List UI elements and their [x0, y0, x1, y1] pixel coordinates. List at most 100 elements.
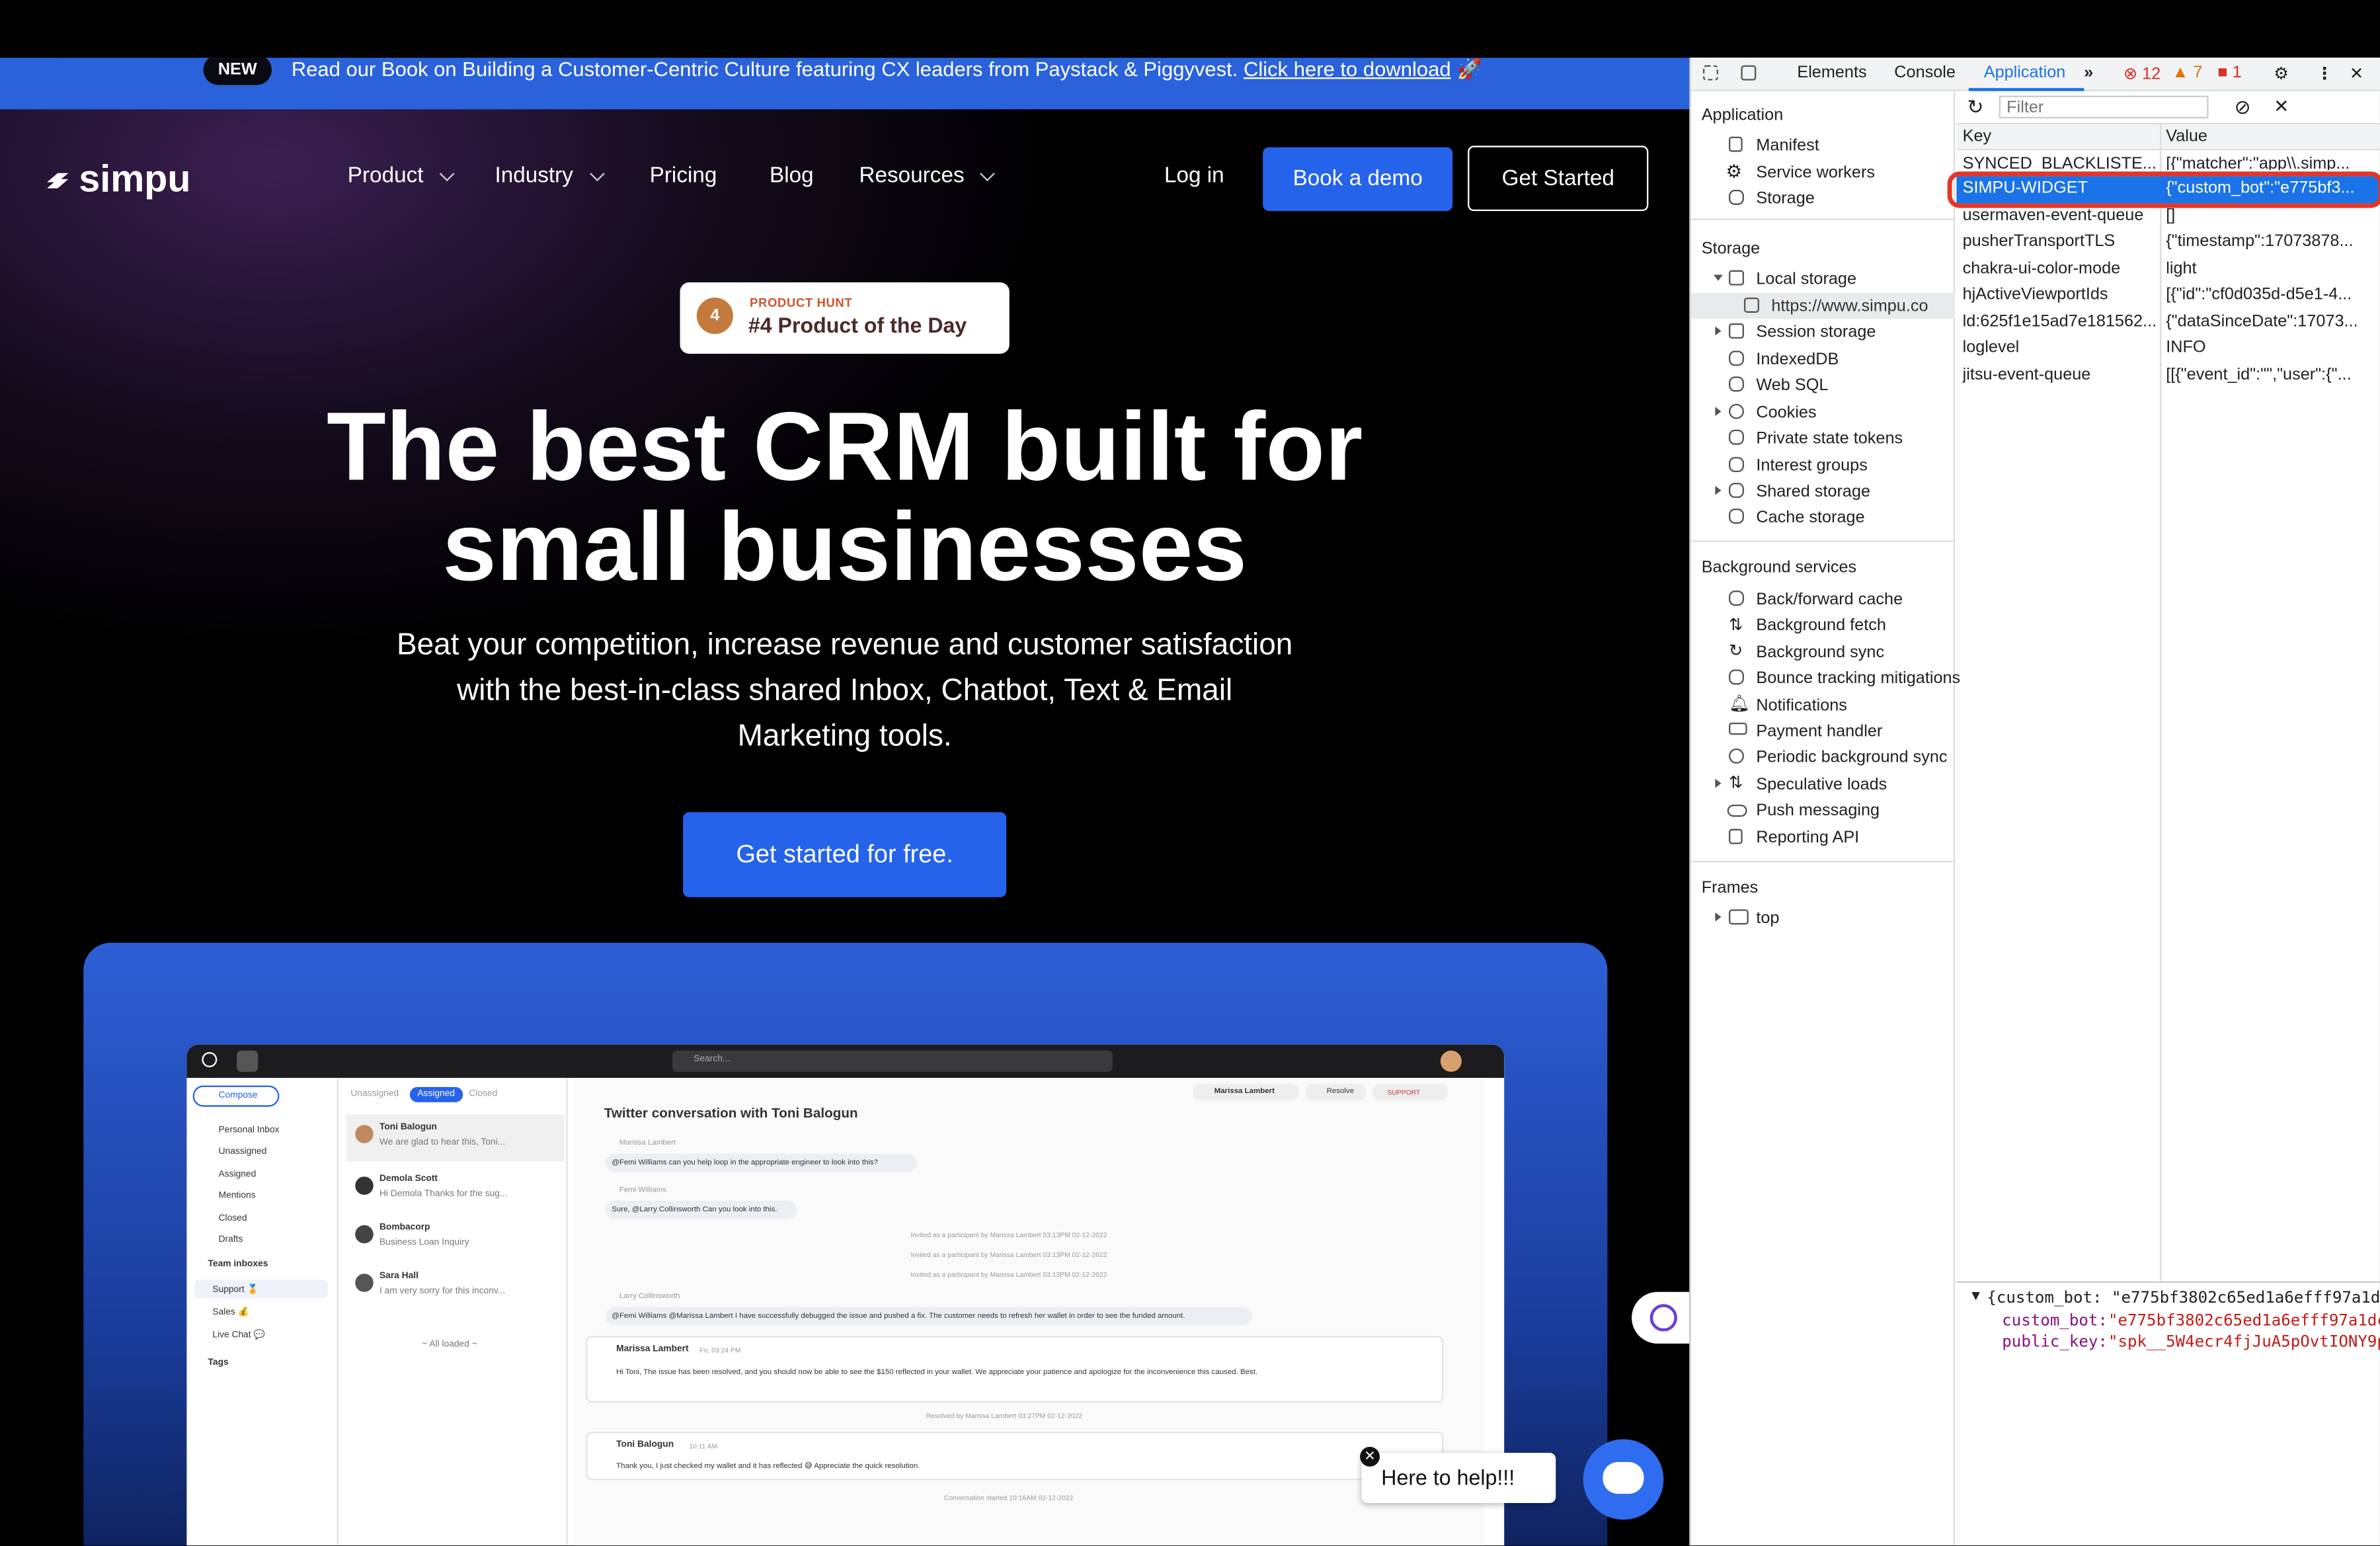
nav-pricing-label: Pricing [649, 163, 717, 188]
collapsed-icon[interactable] [1715, 912, 1722, 922]
tab-elements[interactable]: Elements [1797, 63, 1866, 82]
preview-agent-name: Marissa Lambert [1214, 1086, 1275, 1096]
preview-msg-author: Larry Collinsworth [619, 1291, 680, 1301]
settings-icon[interactable]: ⚙ [2274, 63, 2289, 84]
sidebar-item-background-sync[interactable]: Background sync [1756, 643, 1884, 662]
cloud-icon [1727, 804, 1747, 817]
divider [1690, 540, 1956, 542]
issues-indicator[interactable]: ■ 1 [2217, 63, 2241, 82]
table-row[interactable]: hjActiveViewportIds [{"id":"cf0d035d-d5e1… [1956, 282, 2380, 309]
close-icon[interactable]: ✕ [1360, 1446, 1380, 1467]
download-link[interactable]: Click here to download [1244, 58, 1451, 80]
preview-sidebar: Compose Personal Inbox Unassigned Assign… [186, 1078, 338, 1546]
nav-blog-label: Blog [770, 163, 814, 188]
preview-reply-card: Toni Balogun 10:11 AM Thank you, I just … [586, 1432, 1444, 1481]
errors-indicator[interactable]: ⊗ 12 [2123, 63, 2161, 84]
clear-all-icon[interactable]: ⊘ [2235, 96, 2251, 120]
inspect-icon[interactable] [1703, 65, 1718, 81]
table-icon [1729, 323, 1744, 339]
table-row[interactable]: pusherTransportTLS {"timestamp":17073878.… [1956, 229, 2380, 256]
sidebar-item-manifest[interactable]: Manifest [1756, 137, 1819, 155]
column-key[interactable]: Key [1963, 128, 1992, 146]
sidebar-item-periodic-sync[interactable]: Periodic background sync [1756, 749, 1947, 767]
sidebar-item-bounce-tracking[interactable]: Bounce tracking mitigations [1756, 669, 1960, 688]
nav-pricing[interactable]: Pricing [650, 164, 717, 188]
device-toggle-icon[interactable] [1741, 65, 1757, 81]
preview-convo-snippet: Hi Demola Thanks for the sug... [379, 1190, 508, 1200]
sidebar-item-local-storage[interactable]: Local storage [1756, 270, 1856, 289]
sidebar-item-websql[interactable]: Web SQL [1756, 376, 1828, 395]
nav-resources-label: Resources [859, 163, 965, 188]
sidebar-item-push-messaging[interactable]: Push messaging [1756, 801, 1880, 820]
devtools-tabbar: Elements Console Application » ⊗ 12 ▲ 7 … [1690, 58, 2380, 91]
preview-sales: Sales 💰 [212, 1309, 249, 1318]
bot-tab[interactable] [1632, 1291, 1690, 1344]
preview-msg-author: Marissa Lambert [619, 1138, 676, 1148]
sidebar-item-cache-storage[interactable]: Cache storage [1756, 509, 1864, 527]
preview-system-note: Invited as a participant by Marissa Lamb… [910, 1231, 1107, 1239]
login-link[interactable]: Log in [1164, 164, 1224, 188]
tab-application[interactable]: Application [1984, 63, 2066, 82]
product-hunt-badge[interactable]: 4 PRODUCT HUNT #4 Product of the Day [680, 282, 1010, 354]
row-key: loglevel [1962, 338, 2020, 357]
sidebar-item-session-storage[interactable]: Session storage [1756, 323, 1876, 342]
filter-input[interactable] [1999, 95, 2209, 119]
sidebar-item-service-workers[interactable]: Service workers [1756, 164, 1875, 183]
hero-title-line1: The best CRM built for [327, 391, 1363, 501]
refresh-icon[interactable]: ↻ [1967, 96, 1983, 120]
preview-resolve: Resolve [1305, 1084, 1367, 1101]
sidebar-item-bfcache[interactable]: Back/forward cache [1756, 590, 1903, 609]
collapsed-icon[interactable] [1715, 485, 1722, 495]
nav-industry[interactable]: Industry [495, 164, 604, 188]
expanded-icon[interactable] [1714, 274, 1723, 281]
help-bubble: Here to help!!! [1361, 1453, 1556, 1503]
sidebar-item-notifications[interactable]: Notifications [1756, 697, 1847, 715]
collapsed-icon[interactable] [1715, 778, 1722, 788]
collapsed-icon[interactable] [1715, 407, 1722, 417]
sidebar-item-reporting-api[interactable]: Reporting API [1756, 829, 1859, 848]
sidebar-item-origin[interactable]: https://www.simpu.co [1771, 298, 1928, 316]
simpu-logo[interactable]: simpu [42, 158, 190, 202]
sidebar-item-background-fetch[interactable]: Background fetch [1756, 616, 1886, 635]
sidebar-item-payment-handler[interactable]: Payment handler [1756, 723, 1882, 741]
sidebar-item-interest-groups[interactable]: Interest groups [1756, 457, 1867, 475]
preview-msg-text: @Femi Williams can you help loop in the … [612, 1158, 879, 1168]
table-row[interactable]: chakra-ui-color-mode light [1956, 257, 2380, 283]
delete-selected-icon[interactable]: ✕ [2274, 96, 2289, 117]
more-tabs-icon[interactable]: » [2084, 63, 2093, 82]
preview-msg-text: Sure, @Larry Collinsworth Can you look i… [612, 1205, 777, 1215]
nav-resources[interactable]: Resources [859, 163, 996, 188]
sidebar-item-storage[interactable]: Storage [1756, 190, 1814, 208]
sidebar-item-top-frame[interactable]: top [1756, 909, 1779, 928]
chat-launcher-button[interactable] [1583, 1439, 1664, 1520]
nav-product[interactable]: Product [348, 164, 455, 188]
collapsed-icon[interactable] [1715, 326, 1722, 336]
preview-value: "spk__5W4ecr4fjJuA5pOvtIONY9pUB [2108, 1332, 2380, 1352]
sidebar-item-private-state-tokens[interactable]: Private state tokens [1756, 430, 1903, 448]
preview-convo-name: Bombacorp [379, 1223, 430, 1233]
table-row[interactable]: loglevel INFO [1956, 335, 2380, 362]
bell-icon: 🔔︎ [1729, 695, 1751, 714]
table-row[interactable]: jitsu-event-queue [[{"event_id":"","user"… [1956, 363, 2380, 389]
sidebar-item-cookies[interactable]: Cookies [1756, 404, 1816, 423]
row-key: ld:625f1e15ad7e181562... [1962, 312, 2157, 331]
table-row[interactable]: ld:625f1e15ad7e181562... {"dataSinceDate"… [1956, 309, 2380, 336]
sidebar-item-speculative-loads[interactable]: Speculative loads [1756, 776, 1887, 794]
close-devtools-icon[interactable]: ✕ [2350, 63, 2363, 84]
nav-blog[interactable]: Blog [770, 164, 814, 188]
book-demo-button[interactable]: Book a demo [1263, 147, 1453, 212]
preview-msg: @Femi Williams @Marissa Lambert I have s… [606, 1307, 1253, 1326]
hero-subtitle: Beat your competition, increase revenue … [397, 628, 1293, 753]
table-row[interactable]: SYNCED_BLACKLISTE... [{"matcher":"app\\.s… [1956, 152, 2380, 170]
get-started-button[interactable]: Get Started [1468, 145, 1649, 212]
sidebar-item-indexeddb[interactable]: IndexedDB [1756, 350, 1839, 369]
file-icon [1729, 829, 1743, 844]
tab-console[interactable]: Console [1894, 63, 1956, 82]
column-value[interactable]: Value [2166, 128, 2207, 146]
warnings-indicator[interactable]: ▲ 7 [2172, 63, 2202, 82]
sidebar-item-shared-storage[interactable]: Shared storage [1756, 483, 1870, 501]
more-options-icon[interactable]: ⋮ [2317, 63, 2333, 84]
expanded-icon[interactable]: ▼ [1971, 1289, 1979, 1304]
get-started-free-button[interactable]: Get started for free. [683, 812, 1007, 897]
help-bubble-text: Here to help!!! [1381, 1465, 1515, 1490]
